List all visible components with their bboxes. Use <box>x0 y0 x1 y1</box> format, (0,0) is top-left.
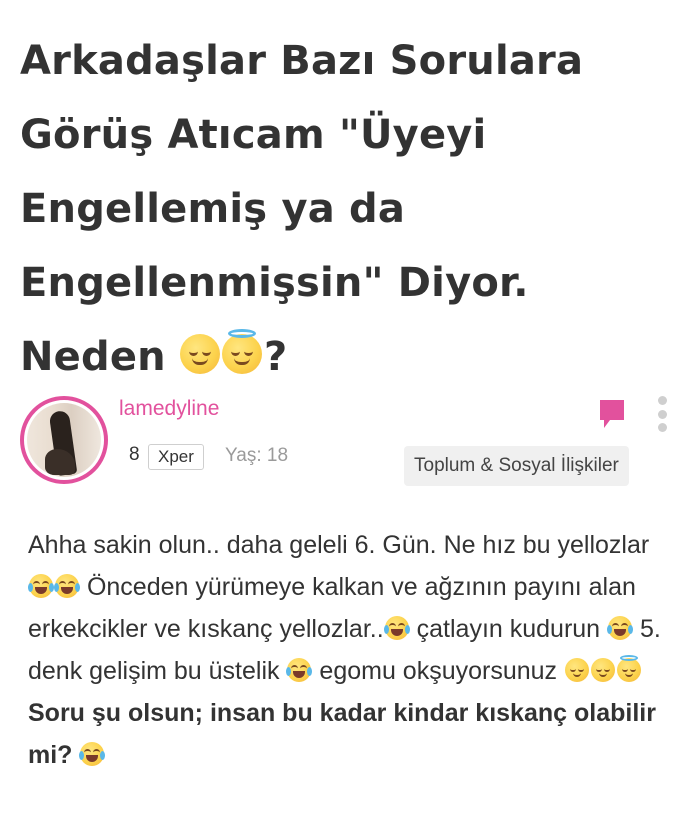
relieved-face-icon <box>591 658 616 682</box>
body-bold-text: Soru şu olsun; insan bu kadar kindar kıs… <box>28 699 656 769</box>
more-options-icon[interactable] <box>655 396 669 432</box>
question-title: Arkadaşlar Bazı Sorulara Görüş Atıcam "Ü… <box>20 24 670 394</box>
author-age: Yaş: 18 <box>225 445 289 466</box>
body-text-1: Ahha sakin olun.. daha geleli 6. Gün. Ne… <box>28 531 650 559</box>
tears-of-joy-icon <box>54 574 80 598</box>
smiling-face-with-halo-icon <box>617 655 642 682</box>
avatar[interactable] <box>20 396 108 484</box>
body-text-5: egomu okşuyorsunuz <box>319 657 558 685</box>
tears-of-joy-icon <box>286 658 313 682</box>
relieved-face-icon <box>565 658 590 682</box>
body-text-3: çatlayın kudurun <box>416 615 601 643</box>
xper-badge: Xper <box>148 444 204 470</box>
body-paragraph: Ahha sakin olun.. daha geleli 6. Gün. Ne… <box>28 524 664 692</box>
tears-of-joy-icon <box>383 616 410 640</box>
question-title-end: ? <box>263 334 288 380</box>
tears-of-joy-icon <box>28 574 54 598</box>
category-tag[interactable]: Toplum & Sosyal İlişkiler <box>404 446 629 486</box>
author-username[interactable]: lamedyline <box>119 397 219 421</box>
author-level: 8 <box>129 444 140 465</box>
tears-of-joy-icon <box>79 742 106 766</box>
smiling-face-with-halo-icon <box>221 329 262 374</box>
report-flag-icon[interactable] <box>598 398 626 430</box>
body-question: Soru şu olsun; insan bu kadar kindar kıs… <box>28 692 664 776</box>
avatar-photo <box>27 403 101 477</box>
question-body: Ahha sakin olun.. daha geleli 6. Gün. Ne… <box>28 524 664 776</box>
relieved-face-icon <box>179 334 220 374</box>
question-page: Arkadaşlar Bazı Sorulara Görüş Atıcam "Ü… <box>0 0 690 833</box>
question-title-text: Arkadaşlar Bazı Sorulara Görüş Atıcam "Ü… <box>20 38 584 380</box>
tears-of-joy-icon <box>607 616 634 640</box>
